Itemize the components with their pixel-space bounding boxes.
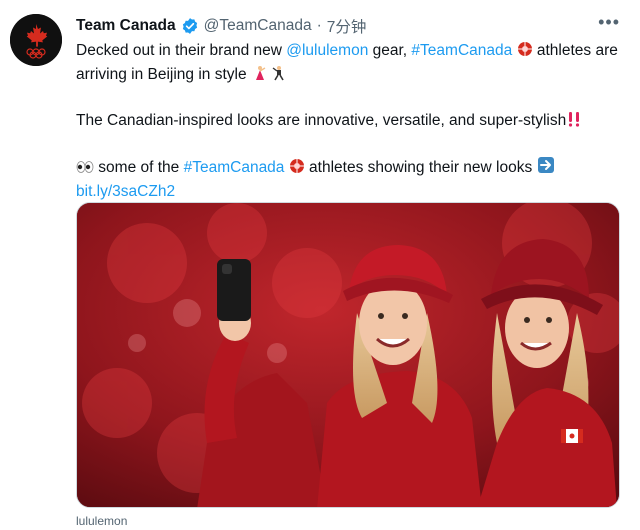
right-arrow-emoji-icon [537, 156, 555, 181]
tweet-paragraph-1: Decked out in their brand new @lululemon… [76, 40, 624, 88]
team-canada-avatar[interactable] [10, 14, 62, 66]
eyes-emoji-icon [76, 159, 94, 181]
tweet-photo[interactable] [76, 202, 620, 508]
photo-two-athletes-selfie [77, 203, 619, 507]
tweet-text-span: some of the [94, 159, 184, 176]
hashtag-teamcanada-link[interactable]: #TeamCanada [411, 42, 512, 59]
verified-badge-icon [181, 17, 199, 35]
photo-source-label: lululemon [76, 514, 128, 528]
maple-leaf-emoji-icon [517, 41, 533, 64]
tweet-paragraph-3: some of the #TeamCanada athletes showing… [76, 156, 624, 203]
tweet-text: Decked out in their brand new @lululemon… [76, 40, 624, 203]
tweet-text-span: The Canadian-inspired looks are innovati… [76, 112, 567, 129]
account-handle[interactable]: @TeamCanada [204, 17, 312, 35]
double-exclamation-emoji-icon [566, 111, 582, 134]
tweet-header: Team Canada @TeamCanada · 7分钟 [76, 15, 366, 37]
tweet-paragraph-2: The Canadian-inspired looks are innovati… [76, 110, 624, 134]
dancer-emoji-icon [251, 65, 267, 88]
maple-leaf-emoji-icon [289, 158, 305, 181]
hashtag-teamcanada-link[interactable]: #TeamCanada [184, 159, 285, 176]
separator-dot: · [316, 17, 322, 34]
tweet: Team Canada @TeamCanada · 7分钟 ••• Decked… [0, 0, 640, 530]
tweet-text-span: Decked out in their brand new [76, 42, 287, 59]
tweet-timestamp[interactable]: 7分钟 [327, 15, 367, 37]
shortened-url-link[interactable]: bit.ly/3saCZh2 [76, 183, 175, 200]
account-name[interactable]: Team Canada [76, 17, 176, 35]
mention-lululemon-link[interactable]: @lululemon [286, 42, 368, 59]
maple-leaf-olympic-rings-icon [10, 14, 62, 66]
tweet-text-span: athletes showing their new looks [304, 159, 537, 176]
more-options-icon[interactable]: ••• [598, 12, 620, 33]
tweet-text-span: gear, [368, 42, 412, 59]
man-dancing-emoji-icon [271, 65, 287, 88]
